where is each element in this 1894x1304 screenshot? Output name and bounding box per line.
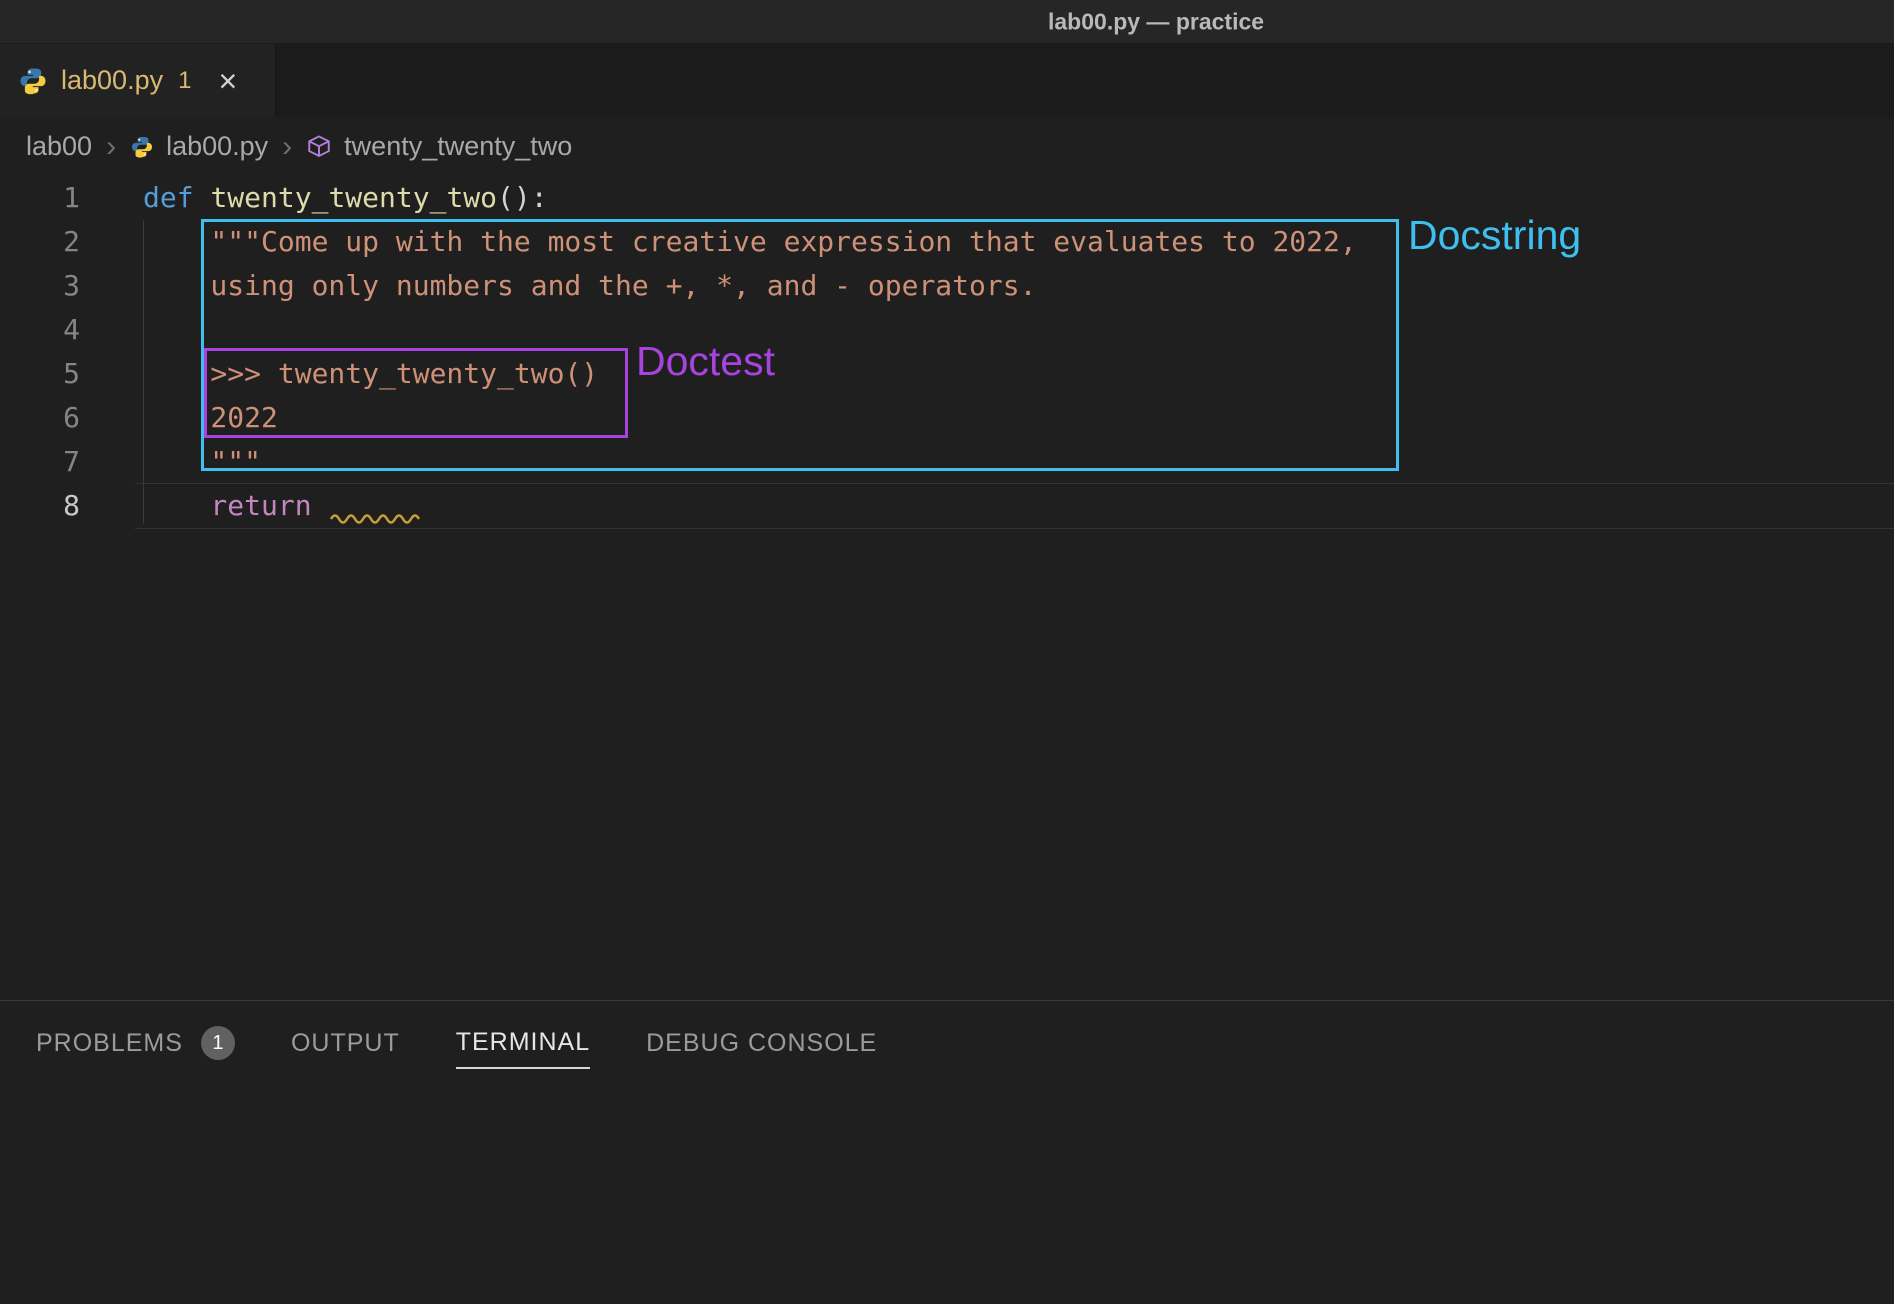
chevron-right-icon: ›: [104, 130, 118, 164]
punctuation: ():: [497, 181, 548, 214]
tab-filename: lab00.py: [61, 65, 163, 96]
code-line-3[interactable]: 3 using only numbers and the +, *, and -…: [0, 264, 1894, 308]
titlebar: lab00.py — practice: [0, 0, 1894, 44]
docstring-text: """: [143, 440, 261, 484]
tab-debug-console[interactable]: DEBUG CONSOLE: [646, 1029, 877, 1068]
window-title: lab00.py — practice: [1048, 8, 1264, 35]
panel-tab-bar: PROBLEMS 1 OUTPUT TERMINAL DEBUG CONSOLE: [0, 1001, 1894, 1073]
code-line-2[interactable]: 2 """Come up with the most creative expr…: [0, 220, 1894, 264]
keyword-return: return: [143, 489, 328, 522]
tab-terminal-label: TERMINAL: [456, 1028, 590, 1057]
docstring-text: """Come up with the most creative expres…: [143, 220, 1357, 264]
doctest-annotation-label: Doctest: [636, 338, 775, 385]
code-text: def twenty_twenty_two():: [143, 176, 548, 220]
code-line-1[interactable]: 1 def twenty_twenty_two():: [0, 176, 1894, 220]
code-line-8[interactable]: 8 return: [0, 484, 1894, 528]
python-icon: [130, 135, 154, 159]
bottom-panel: PROBLEMS 1 OUTPUT TERMINAL DEBUG CONSOLE…: [0, 1000, 1894, 1304]
keyword-def: def: [143, 181, 210, 214]
symbol-method-icon: [306, 134, 332, 160]
doctest-text: >>> twenty_twenty_two(): [143, 352, 598, 396]
chevron-right-icon: ›: [280, 130, 294, 164]
doctest-text: 2022: [143, 396, 278, 440]
breadcrumb-item-file[interactable]: lab00.py: [166, 131, 268, 162]
code-line-4[interactable]: 4: [0, 308, 1894, 352]
breadcrumb: lab00 › lab00.py › twenty_twenty_two: [0, 117, 1894, 176]
code-text: return: [143, 484, 429, 528]
breadcrumb-item-symbol[interactable]: twenty_twenty_two: [344, 131, 572, 162]
vscode-window: lab00.py — practice lab00.py 1 × lab00 ›: [0, 0, 1894, 1304]
tab-problem-count: 1: [178, 67, 191, 95]
tab-output-label: OUTPUT: [291, 1029, 400, 1058]
code-line-5[interactable]: 5 >>> twenty_twenty_two(): [0, 352, 1894, 396]
line-number: 6: [0, 396, 80, 440]
line-number: 4: [0, 308, 80, 352]
warning-squiggle-icon: [329, 512, 429, 524]
problems-count-badge: 1: [201, 1026, 235, 1060]
function-name: twenty_twenty_two: [210, 181, 497, 214]
line-number: 5: [0, 352, 80, 396]
line-number: 3: [0, 264, 80, 308]
breadcrumb-item-folder[interactable]: lab00: [26, 131, 92, 162]
indent-guide: [143, 220, 144, 524]
tab-close-icon[interactable]: ×: [218, 65, 237, 97]
code-line-7[interactable]: 7 """: [0, 440, 1894, 484]
tab-output[interactable]: OUTPUT: [291, 1029, 400, 1068]
tab-problems-label: PROBLEMS: [36, 1029, 183, 1058]
tab-problems[interactable]: PROBLEMS 1: [36, 1026, 235, 1070]
docstring-text: using only numbers and the +, *, and - o…: [143, 264, 1036, 308]
line-number: 1: [0, 176, 80, 220]
line-number: 2: [0, 220, 80, 264]
line-number: 8: [0, 484, 80, 528]
python-icon: [18, 66, 48, 96]
code-editor[interactable]: 1 def twenty_twenty_two(): 2 """Come up …: [0, 176, 1894, 528]
editor-tab-lab00[interactable]: lab00.py 1 ×: [0, 44, 276, 117]
tab-terminal[interactable]: TERMINAL: [456, 1028, 590, 1069]
tab-strip: lab00.py 1 ×: [0, 44, 1894, 117]
code-line-6[interactable]: 6 2022: [0, 396, 1894, 440]
line-number: 7: [0, 440, 80, 484]
docstring-annotation-label: Docstring: [1408, 212, 1581, 259]
tab-debug-console-label: DEBUG CONSOLE: [646, 1029, 877, 1058]
